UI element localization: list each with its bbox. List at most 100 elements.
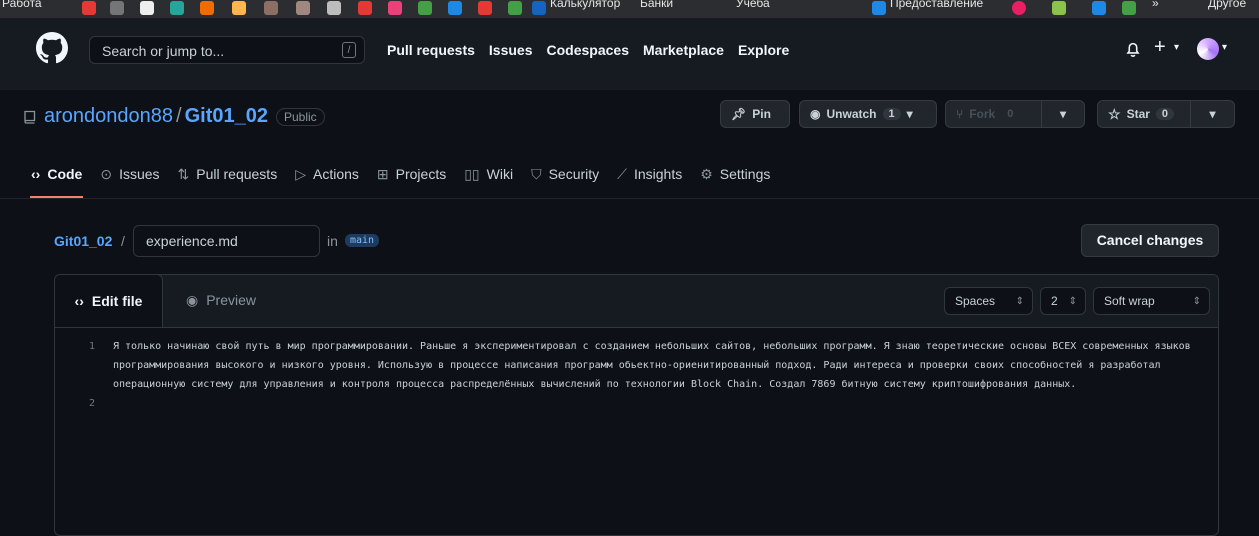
tab-actions[interactable]: ▷ Actions — [286, 150, 368, 198]
bookmark-provision[interactable]: Предоставление — [890, 0, 983, 10]
bookmark-favicon[interactable] — [140, 1, 154, 15]
bookmark-favicon[interactable] — [508, 1, 522, 15]
bookmark-favicon[interactable] — [327, 1, 341, 15]
fork-count: 0 — [1001, 108, 1020, 120]
shield-icon: ⛉ — [531, 165, 542, 182]
fork-button[interactable]: ⑂ Fork 0 — [945, 100, 1042, 128]
unwatch-button[interactable]: ◉ Unwatch 1 ▾ — [799, 100, 937, 128]
repo-icon — [24, 110, 36, 124]
tab-wiki[interactable]: ▯▯ Wiki — [455, 150, 522, 198]
tab-projects-label: Projects — [395, 166, 447, 182]
tab-pull-requests[interactable]: ⇅ Pull requests — [169, 150, 287, 198]
line-number: 1 — [88, 341, 95, 352]
tab-insights[interactable]: ⟋ Insights — [608, 150, 691, 198]
tab-preview[interactable]: ◉ Preview — [186, 292, 256, 309]
nav-explore[interactable]: Explore — [738, 42, 789, 58]
bookmark-favicon[interactable] — [264, 1, 278, 15]
bookmark-favicon[interactable] — [232, 1, 246, 15]
tab-code[interactable]: ‹› Code — [22, 150, 91, 198]
bookmark-favicon[interactable] — [388, 1, 402, 15]
github-logo-icon[interactable] — [36, 32, 68, 64]
nav-pull-requests[interactable]: Pull requests — [387, 42, 475, 58]
bookmark-favicon[interactable] — [1122, 1, 1136, 15]
tab-projects[interactable]: ⊞ Projects — [368, 150, 455, 198]
tab-actions-label: Actions — [312, 166, 359, 182]
bookmark-favicon[interactable] — [872, 1, 886, 15]
indent-size-value: 2 — [1051, 294, 1058, 308]
indent-mode-select[interactable]: Spaces ⇕ — [944, 287, 1033, 315]
bookmark-study[interactable]: Учеба — [736, 0, 770, 10]
bookmark-favicon[interactable] — [448, 1, 462, 15]
avatar[interactable] — [1197, 38, 1219, 60]
star-dropdown-button[interactable]: ▾ — [1190, 100, 1235, 128]
repo-tabs: ‹› Code ⊙ Issues ⇅ Pull requests ▷ Actions ⊞… — [22, 150, 779, 198]
pull-request-icon: ⇅ — [177, 165, 190, 182]
bookmark-favicon[interactable] — [296, 1, 310, 15]
bell-icon[interactable] — [1124, 40, 1142, 58]
wrap-mode-select[interactable]: Soft wrap ⇕ — [1093, 287, 1210, 315]
play-icon: ▷ — [295, 165, 306, 182]
bookmark-banks[interactable]: Банки — [640, 0, 673, 10]
pin-button[interactable]: 📌︎ Pin — [720, 100, 790, 128]
repo-name-link[interactable]: Git01_02 — [185, 105, 268, 128]
breadcrumb-repo-link[interactable]: Git01_02 — [54, 233, 112, 249]
bookmark-favicon[interactable] — [478, 1, 492, 15]
breadcrumb-separator: / — [121, 233, 125, 249]
bookmark-favicon[interactable] — [1092, 1, 1106, 15]
unwatch-label: Unwatch — [826, 107, 877, 121]
nav-issues[interactable]: Issues — [489, 42, 533, 58]
tab-settings[interactable]: ⚙ Settings — [691, 150, 779, 198]
nav-codespaces[interactable]: Codespaces — [547, 42, 629, 58]
bookmark-favicon[interactable] — [170, 1, 184, 15]
line-text[interactable]: Я только начинаю свой путь в мир програм… — [95, 337, 1193, 394]
bookmark-calculator[interactable]: Калькулятор — [550, 0, 620, 10]
chevron-down-icon: ▾ — [1059, 107, 1067, 121]
global-nav: Pull requests Issues Codespaces Marketpl… — [387, 42, 789, 58]
bookmark-favicon[interactable] — [1012, 1, 1026, 15]
visibility-badge: Public — [275, 107, 325, 126]
filename-input[interactable] — [133, 225, 320, 257]
tab-issues[interactable]: ⊙ Issues — [91, 150, 168, 198]
star-button[interactable]: ☆ Star 0 — [1097, 100, 1191, 128]
tab-security-label: Security — [548, 166, 600, 182]
chevron-down-icon[interactable]: ▾ — [1222, 42, 1227, 53]
cancel-changes-button[interactable]: Cancel changes — [1081, 224, 1219, 257]
in-label: in — [327, 233, 338, 249]
code-area[interactable]: 1 Я только начинаю свой путь в мир прогр… — [55, 337, 1218, 413]
star-count: 0 — [1155, 108, 1175, 120]
bookmark-other[interactable]: Другое — [1208, 0, 1246, 10]
nav-marketplace[interactable]: Marketplace — [643, 42, 724, 58]
fork-dropdown-button[interactable]: ▾ — [1041, 100, 1085, 128]
bookmark-work[interactable]: Работа — [2, 0, 42, 10]
indent-size-select[interactable]: 2 ⇕ — [1040, 287, 1086, 315]
tab-edit-file-label: Edit file — [91, 293, 143, 309]
code-icon: ‹› — [74, 293, 84, 309]
tab-settings-label: Settings — [719, 166, 771, 182]
star-label: Star — [1126, 107, 1150, 121]
bookmark-overflow[interactable]: » — [1152, 0, 1159, 10]
bookmarks-bar: Работа Калькулятор Банки Учеба Предостав… — [0, 0, 1259, 18]
bookmark-favicon[interactable] — [200, 1, 214, 15]
tab-code-label: Code — [47, 166, 83, 182]
bookmark-favicon[interactable] — [532, 1, 546, 15]
bookmark-favicon[interactable] — [1052, 1, 1066, 15]
repo-owner-link[interactable]: arondondon88 — [44, 105, 173, 128]
indent-mode-value: Spaces — [955, 294, 996, 308]
bookmark-favicon[interactable] — [110, 1, 124, 15]
search-input[interactable]: Search or jump to... / — [89, 36, 365, 64]
plus-icon[interactable]: + — [1154, 36, 1166, 59]
bookmark-favicon[interactable] — [358, 1, 372, 15]
tab-issues-label: Issues — [119, 166, 160, 182]
search-placeholder: Search or jump to... — [102, 43, 225, 59]
tab-edit-file[interactable]: ‹› Edit file — [55, 275, 163, 327]
bookmark-favicon[interactable] — [82, 1, 96, 15]
chevron-down-icon[interactable]: ▾ — [1174, 42, 1179, 53]
tab-security[interactable]: ⛉ Security — [522, 150, 608, 198]
bookmark-favicon[interactable] — [418, 1, 432, 15]
chevron-down-icon: ▾ — [906, 107, 913, 121]
line-text[interactable] — [95, 394, 1193, 413]
repo-separator: / — [176, 105, 182, 127]
pin-icon: 📌︎ — [731, 107, 747, 121]
repo-header: arondondon88 / Git01_02 Public 📌︎ Pin ◉ … — [0, 90, 1259, 199]
pin-label: Pin — [752, 107, 771, 121]
